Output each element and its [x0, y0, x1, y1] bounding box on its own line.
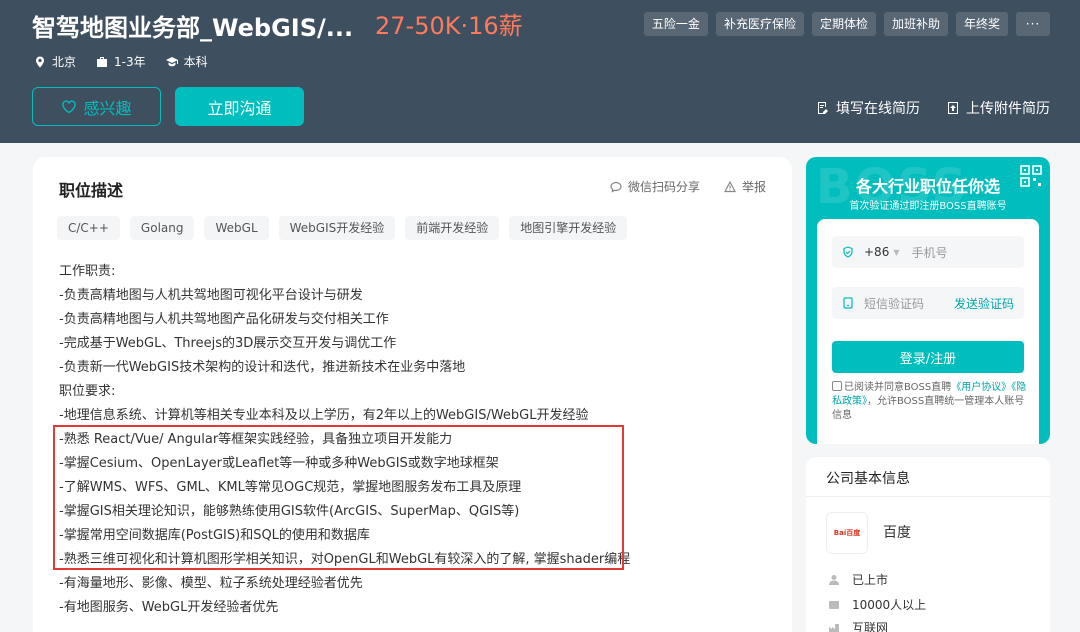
user-agreement-link[interactable]: 《用户协议》	[951, 382, 1011, 393]
agree-checkbox[interactable]	[832, 381, 842, 391]
description-line: -有地图服务、WebGL开发经验者优先	[59, 600, 279, 615]
description-line: 职位要求:	[59, 384, 116, 399]
location: 北京	[34, 53, 76, 70]
login-title: 各大行业职位任你选	[855, 177, 1000, 196]
agreement-text: 已阅读并同意BOSS直聘《用户协议》《隐私政策》，允许BOSS直聘统一管理本人账…	[832, 381, 1028, 423]
company-section-title: 公司基本信息	[826, 471, 910, 487]
company-industry: 互联网	[828, 619, 888, 632]
description-line: -负责新一代WebGIS技术架构的设计和迭代，推进新技术在业务中落地	[59, 360, 466, 375]
skill-tags: C/C++ Golang WebGL WebGIS开发经验 前端开发经验 地图引…	[57, 216, 628, 240]
location-text: 北京	[52, 55, 77, 69]
benefit-tag: 加班补助	[883, 12, 948, 36]
benefit-tags: 五险一金 补充医疗保险 定期体检 加班补助 年终奖 ···	[643, 12, 1050, 36]
heart-icon	[62, 99, 77, 113]
warning-icon	[723, 180, 736, 192]
highlight-annotation-box	[53, 425, 624, 570]
login-card: BOSS 各大行业职位任你选 首次验证通过即注册BOSS直聘账号 +86 ▼ 手…	[806, 157, 1050, 444]
salary: 27-50K·16薪	[375, 12, 523, 40]
benefit-tag: 年终奖	[955, 12, 1008, 36]
interest-label: 感兴趣	[83, 98, 132, 118]
sms-code-field[interactable]: 短信验证码 发送验证码	[832, 287, 1024, 319]
location-pin-icon	[36, 56, 44, 67]
experience-text: 1-3年	[114, 55, 146, 69]
skill-tag: 前端开发经验	[405, 216, 500, 240]
company-stage: 已上市	[828, 571, 888, 588]
login-form: +86 ▼ 手机号 短信验证码 发送验证码 登录/注册 已阅读并同意BOSS直聘…	[817, 219, 1039, 444]
fill-online-resume-link[interactable]: 填写在线简历	[816, 98, 920, 118]
section-title: 职位描述	[59, 181, 124, 200]
company-logo[interactable]: Bai百度	[826, 512, 868, 554]
chevron-down-icon: ▼	[893, 247, 900, 257]
card-actions: 微信扫码分享 举报	[610, 178, 766, 195]
company-info-card: 公司基本信息 Bai百度 百度 已上市 10000人以上 互联网	[806, 457, 1050, 632]
experience: 1-3年	[96, 53, 146, 70]
skill-tag: C/C++	[57, 216, 120, 240]
education-text: 本科	[183, 55, 208, 69]
company-size-text: 10000人以上	[852, 598, 927, 612]
company-stage-text: 已上市	[852, 573, 889, 587]
report-label: 举报	[741, 180, 766, 194]
chat-bubble-icon	[610, 181, 622, 193]
more-benefits-button[interactable]: ···	[1016, 12, 1050, 36]
agree-prefix: 已阅读并同意BOSS直聘	[844, 382, 952, 393]
company-name[interactable]: 百度	[883, 522, 911, 542]
login-register-button[interactable]: 登录/注册	[832, 341, 1024, 373]
upload-attachment-resume-link[interactable]: 上传附件简历	[946, 98, 1050, 118]
skill-tag: WebGL	[204, 216, 269, 240]
country-code-select[interactable]: +86	[864, 245, 889, 259]
skill-tag: WebGIS开发经验	[278, 216, 396, 240]
description-line: -负责高精地图与人机共驾地图可视化平台设计与研发	[59, 288, 363, 303]
wechat-share-label: 微信扫码分享	[627, 180, 700, 194]
phone-placeholder: 手机号	[911, 245, 948, 260]
send-code-button[interactable]: 发送验证码	[954, 295, 1014, 312]
benefit-tag: 补充医疗保险	[715, 12, 804, 36]
login-subtitle: 首次验证通过即注册BOSS直聘账号	[849, 201, 1007, 212]
description-line: -完成基于WebGL、Threejs的3D展示交互开发与调优工作	[59, 336, 397, 351]
wechat-share-button[interactable]: 微信扫码分享	[610, 178, 700, 195]
chat-now-button[interactable]: 立即沟通	[175, 87, 304, 126]
divider	[806, 496, 1050, 497]
benefit-tag: 定期体检	[811, 12, 876, 36]
industry-icon	[829, 623, 839, 632]
resume-actions: 填写在线简历 上传附件简历	[816, 98, 1050, 118]
upload-document-icon	[948, 102, 958, 114]
benefit-tag: 五险一金	[643, 12, 708, 36]
job-description-card: 职位描述 微信扫码分享 举报 C/C++ Golang WebGL WebGIS…	[33, 157, 792, 632]
user-icon	[829, 574, 839, 585]
upload-attachment-resume-label: 上传附件简历	[966, 101, 1050, 117]
company-industry-text: 互联网	[852, 621, 889, 632]
job-header: 智驾地图业务部_WebGIS/... 27-50K·16薪 五险一金 补充医疗保…	[0, 0, 1080, 143]
fill-online-resume-label: 填写在线简历	[836, 101, 920, 117]
description-line: 工作职责:	[59, 264, 116, 279]
briefcase-icon	[97, 56, 108, 67]
description-line: -有海量地形、影像、模型、粒子系统处理经验者优先	[59, 576, 363, 591]
shield-check-icon	[843, 246, 853, 258]
sms-code-icon	[843, 297, 853, 309]
graduation-cap-icon	[165, 56, 178, 66]
phone-field[interactable]: +86 ▼ 手机号	[832, 236, 1024, 268]
sms-code-placeholder: 短信验证码	[864, 296, 925, 311]
document-edit-icon	[818, 102, 828, 114]
job-meta: 北京 1-3年 本科	[34, 53, 208, 70]
people-group-icon	[829, 600, 839, 609]
skill-tag: 地图引擎开发经验	[509, 216, 628, 240]
company-size: 10000人以上	[828, 596, 926, 613]
skill-tag: Golang	[129, 216, 195, 240]
interest-button[interactable]: 感兴趣	[32, 87, 161, 126]
description-line: -负责高精地图与人机共驾地图产品化研发与交付相关工作	[59, 312, 389, 327]
education: 本科	[165, 53, 208, 70]
job-title: 智驾地图业务部_WebGIS/...	[32, 14, 354, 42]
report-button[interactable]: 举报	[723, 178, 766, 195]
